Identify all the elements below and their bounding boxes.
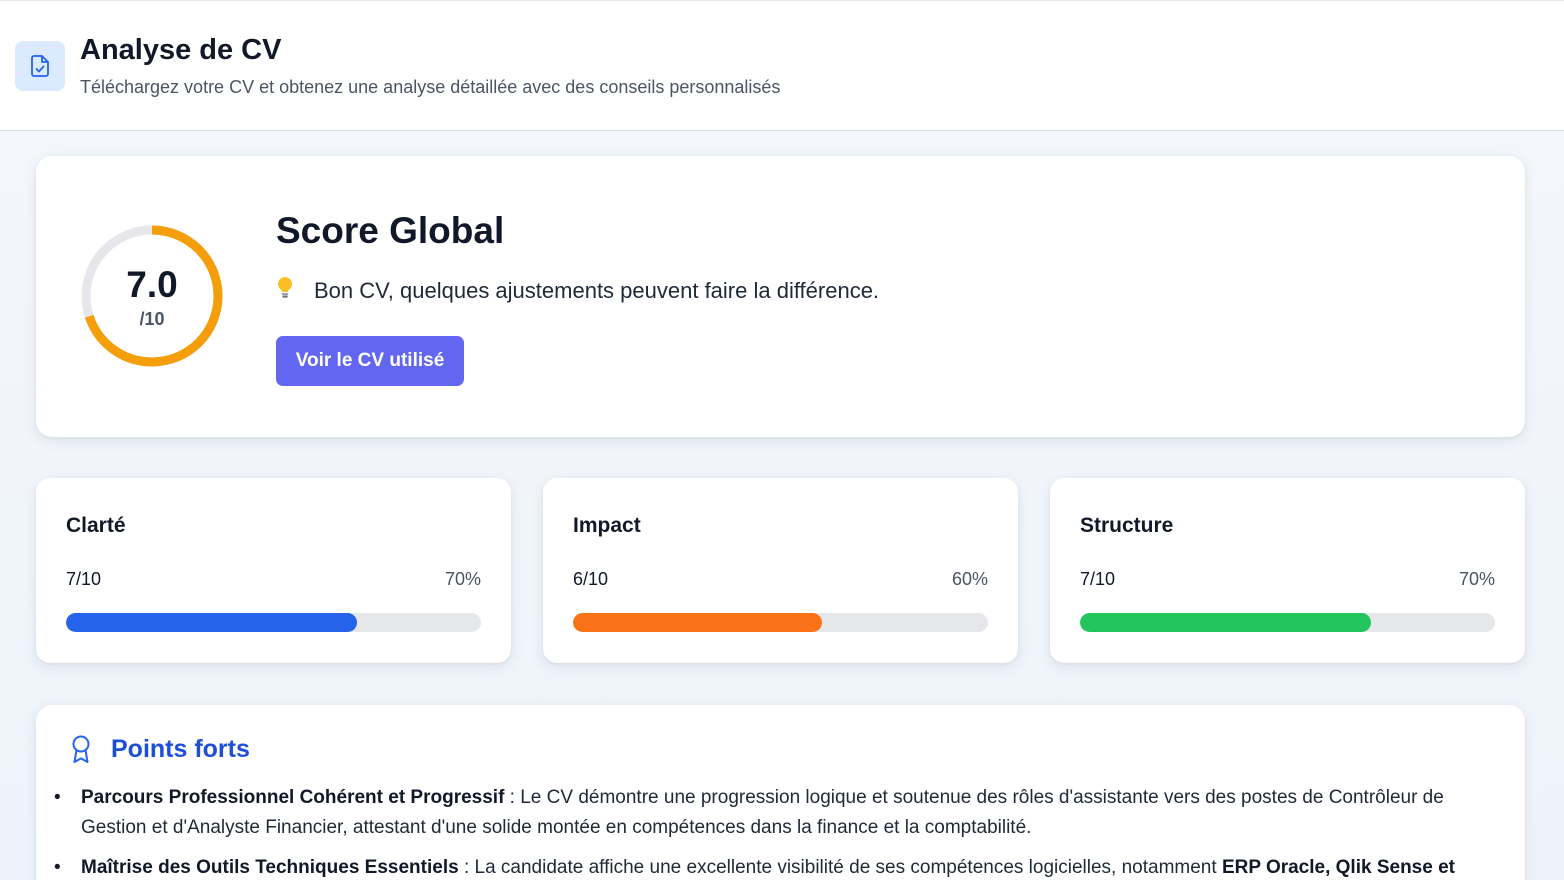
score-message: Bon CV, quelques ajustements peuvent fai… [276, 276, 879, 306]
metric-progress-fill [1080, 613, 1371, 632]
page-header: Analyse de CV Téléchargez votre CV et ob… [0, 0, 1564, 131]
bullet-dot: • [54, 787, 61, 808]
metric-percent: 60% [951, 569, 988, 589]
metric-progress-fill [573, 613, 822, 632]
metric-percent: 70% [444, 569, 481, 589]
metric-card-impact: Impact 6/10 60% [543, 478, 1018, 663]
list-item: • Parcours Professionnel Cohérent et Pro… [54, 783, 1501, 843]
score-title: Score Global [276, 210, 505, 251]
lightbulb-icon [276, 276, 302, 306]
strength-item-title: Parcours Professionnel Cohérent et Progr… [81, 787, 505, 808]
strength-item-strong: ERP Oracle, Qlik Sense et [1221, 857, 1455, 878]
metric-score: 7/10 [66, 569, 102, 589]
score-value: 7.0 [126, 264, 178, 305]
view-cv-button[interactable]: Voir le CV utilisé [276, 336, 464, 386]
metric-progress-track [66, 613, 481, 632]
metric-progress-track [1080, 613, 1495, 632]
list-item: • Maîtrise des Outils Techniques Essenti… [54, 853, 1501, 880]
strength-item-text: : La candidate affiche une excellente vi… [458, 857, 1222, 878]
page-subtitle: Téléchargez votre CV et obtenez une anal… [80, 77, 781, 97]
strengths-card: Points forts • Parcours Professionnel Co… [36, 705, 1525, 880]
file-check-icon [15, 41, 65, 91]
page-title: Analyse de CV [80, 34, 282, 66]
strength-item-title: Maîtrise des Outils Techniques Essentiel… [81, 857, 459, 878]
score-message-text: Bon CV, quelques ajustements peuvent fai… [314, 278, 880, 303]
metric-card-structure: Structure 7/10 70% [1050, 478, 1525, 663]
metric-label: Clarté [66, 514, 126, 537]
metric-progress-fill [66, 613, 357, 632]
strengths-title: Points forts [111, 735, 250, 763]
metric-label: Impact [573, 514, 641, 537]
metric-score: 7/10 [1080, 569, 1116, 589]
metric-score: 6/10 [573, 569, 609, 589]
bullet-dot: • [54, 857, 61, 878]
global-score-card: 7.0 /10 Score Global Bon CV, quelques aj… [36, 156, 1525, 437]
award-ribbon-icon [68, 734, 94, 764]
score-max: /10 [139, 309, 165, 329]
metric-progress-track [573, 613, 988, 632]
metric-card-clarte: Clarté 7/10 70% [36, 478, 511, 663]
metric-percent: 70% [1458, 569, 1495, 589]
strengths-list: • Parcours Professionnel Cohérent et Pro… [54, 783, 1501, 880]
metric-label: Structure [1080, 514, 1174, 537]
